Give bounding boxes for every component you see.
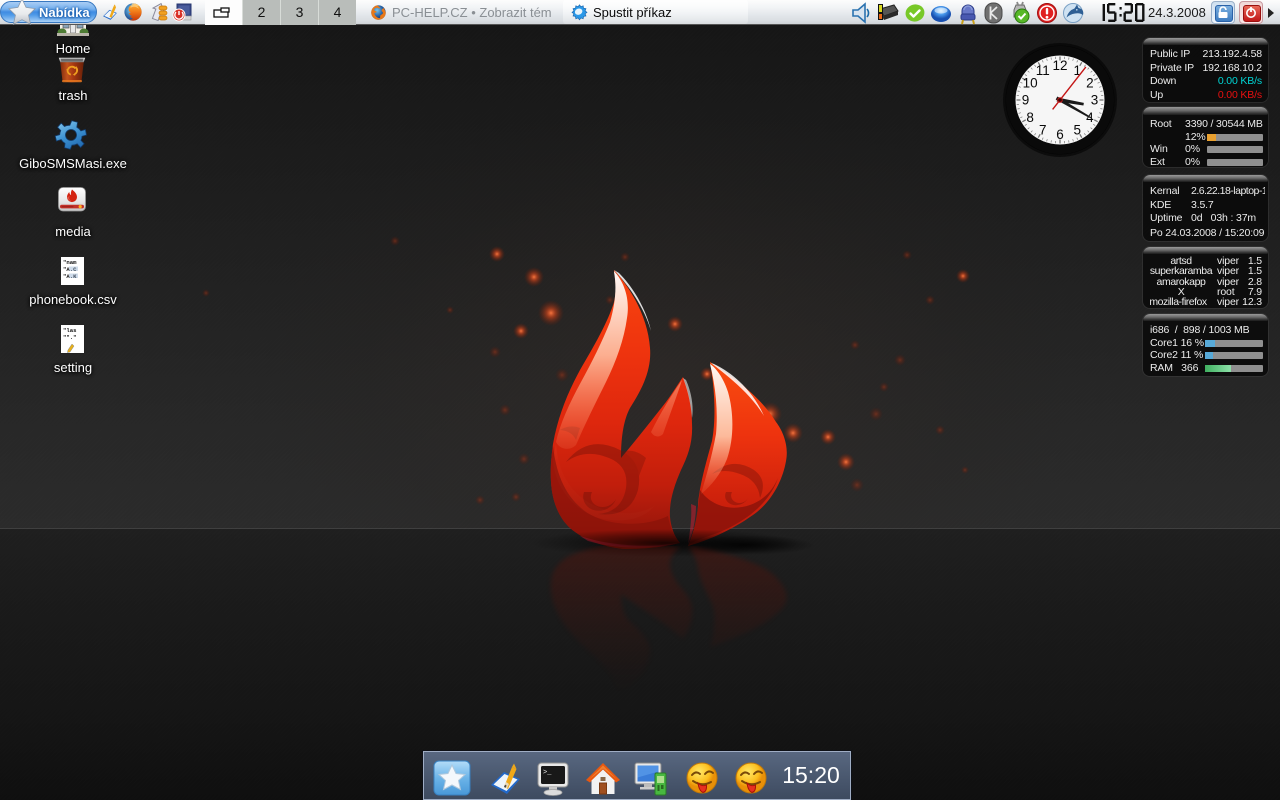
svg-text:"nam: "nam [63, 259, 77, 266]
svg-text:"".": ""." [63, 334, 76, 341]
svg-text:7: 7 [1039, 123, 1047, 138]
svg-text:"las: "las [63, 327, 77, 334]
svg-text:6: 6 [1056, 127, 1064, 142]
svg-text:8: 8 [1026, 110, 1034, 125]
svg-text:3: 3 [1091, 93, 1099, 108]
svg-text:12: 12 [1052, 58, 1067, 73]
svg-text:2: 2 [1086, 76, 1094, 91]
svg-text:5: 5 [1073, 123, 1081, 138]
svg-text:11: 11 [1036, 63, 1050, 78]
svg-text:>_: >_ [543, 769, 552, 777]
svg-text:9: 9 [1022, 93, 1030, 108]
